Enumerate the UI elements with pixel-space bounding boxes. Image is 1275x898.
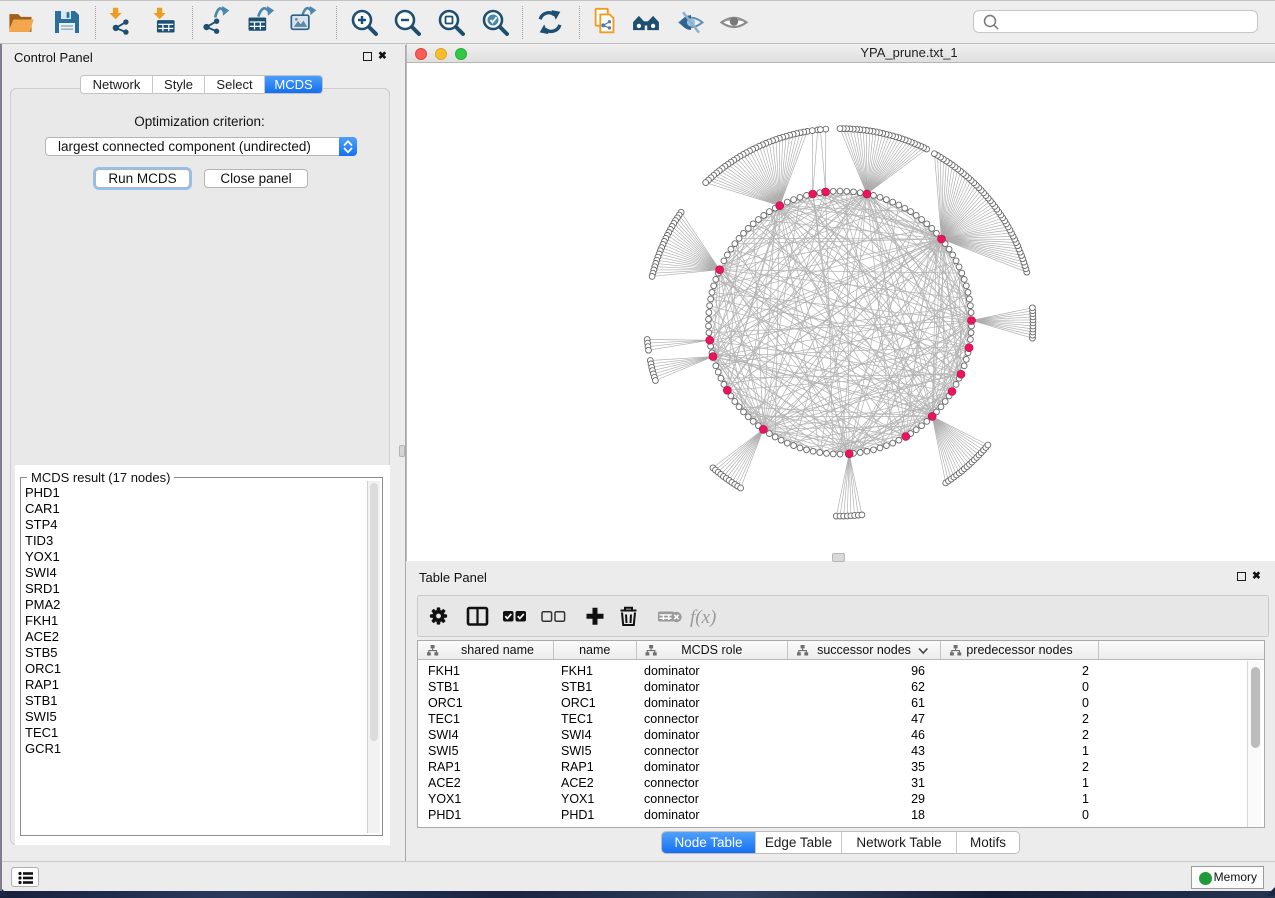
- svg-text:f(x): f(x): [690, 607, 716, 628]
